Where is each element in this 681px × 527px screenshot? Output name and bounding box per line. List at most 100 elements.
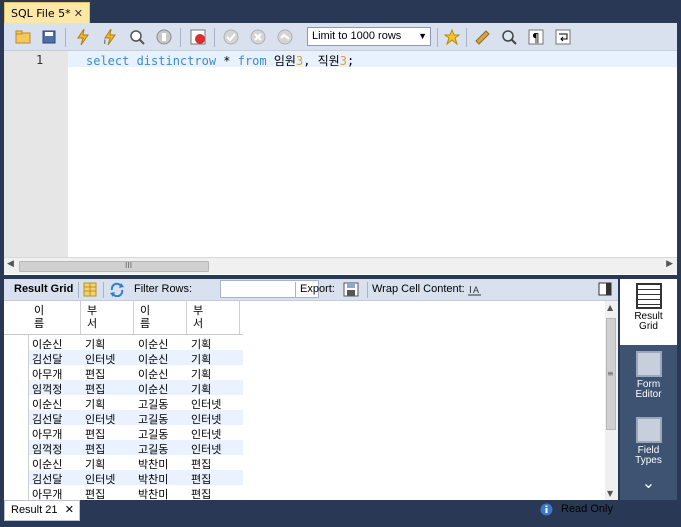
grid-header: 이름부서이름부서 (4, 301, 243, 335)
dropdown-arrow-icon: ▼ (418, 31, 427, 41)
sql-keyword: select distinctrow (86, 54, 217, 68)
result-tab-label: Result 21 (11, 504, 58, 516)
side-form-editor-label-2: Editor (635, 389, 662, 400)
toggle-error-icon[interactable] (189, 28, 207, 46)
beautify-icon[interactable] (473, 28, 491, 46)
result-grid[interactable]: 이순신 기획 이순신 기획 김선달 인터넷 이순신 기획 아무개 편집 이순신 기획 임꺽정 편집 이순신 기… (4, 301, 602, 500)
editor-horizontal-scrollbar[interactable]: ◀ III ▶ (4, 257, 677, 274)
sql-code-line[interactable]: select distinctrow * from 임원3, 직원3; (86, 52, 354, 69)
column-header-text-bottom: 름 (34, 317, 45, 330)
table-cell[interactable]: 박찬미 (138, 486, 168, 500)
result-toolbar: Result Grid Filter Rows: Export: Wrap Ce… (4, 279, 618, 301)
add-snippet-icon[interactable] (443, 28, 461, 46)
scroll-down-icon[interactable]: ▼ (607, 489, 613, 498)
line-number: 1 (36, 53, 44, 67)
svg-text:I: I (469, 285, 472, 296)
open-folder-icon[interactable] (14, 28, 32, 46)
grid-vertical-scrollbar[interactable]: ▲ ≡ ▼ (605, 301, 618, 500)
column-header[interactable]: 이름 (134, 301, 187, 334)
sql-table-2: 직원 (317, 54, 340, 68)
side-form-editor-button[interactable]: Form Editor (620, 347, 677, 411)
field-types-icon (635, 417, 662, 443)
svg-text:¶: ¶ (532, 31, 540, 45)
info-icon (540, 503, 553, 519)
side-result-grid-label-2: Grid (639, 321, 658, 332)
column-header-text-top: 부 (87, 304, 98, 317)
column-header-text-bottom: 름 (140, 317, 151, 330)
rollback-icon[interactable] (249, 28, 267, 46)
sql-table-1: 임원 (266, 54, 296, 68)
result-panel: Result Grid Filter Rows: Export: Wrap Ce… (4, 279, 618, 500)
svg-text:I: I (104, 39, 106, 45)
table-row[interactable]: 김선달 인터넷 박찬미 편집 (4, 470, 243, 486)
table-row[interactable]: 이순신 기획 박찬미 편집 (4, 455, 243, 471)
column-header[interactable]: 이름 (28, 301, 81, 334)
form-editor-icon (635, 351, 662, 377)
table-row[interactable]: 이순신 기획 이순신 기획 (4, 335, 243, 351)
line-number-gutter (4, 51, 68, 257)
result-grid-icon (635, 283, 662, 309)
explain-icon[interactable] (128, 28, 146, 46)
column-header[interactable]: 부서 (187, 301, 240, 334)
commit-icon[interactable] (222, 28, 240, 46)
save-icon[interactable] (40, 28, 58, 46)
side-more-chevron-icon[interactable]: ⌄ (620, 476, 677, 499)
side-field-types-label-2: Types (635, 455, 662, 466)
table-row[interactable]: 김선달 인터넷 이순신 기획 (4, 350, 243, 366)
sql-star: * (216, 54, 238, 68)
table-cell[interactable]: 아무개 (32, 486, 62, 500)
wrap-cell-label: Wrap Cell Content: (372, 283, 465, 295)
autocommit-icon[interactable] (276, 28, 294, 46)
find-icon[interactable] (500, 28, 518, 46)
column-header-text-bottom: 서 (193, 317, 204, 330)
wrap-icon[interactable] (554, 28, 572, 46)
vscroll-grip-icon: ≡ (607, 369, 614, 378)
side-result-grid-button[interactable]: Result Grid (620, 279, 677, 345)
scroll-left-icon[interactable]: ◀ (7, 259, 14, 269)
scroll-up-icon[interactable]: ▲ (607, 303, 613, 312)
toggle-panel-icon[interactable] (598, 282, 612, 299)
sql-editor-panel: I Limit to 1000 rows ▼ ¶ 1 select distin… (4, 23, 677, 275)
tab-sql-file[interactable]: SQL File 5* ✕ (4, 2, 90, 23)
svg-text:A: A (473, 285, 479, 295)
table-row[interactable]: 김선달 인터넷 고길동 인터넷 (4, 410, 243, 426)
column-header-text-top: 이 (34, 304, 45, 317)
filter-rows-label: Filter Rows: (134, 283, 193, 295)
table-row[interactable]: 이순신 기획 고길동 인터넷 (4, 395, 243, 411)
close-result-tab-icon[interactable]: ✕ (65, 501, 74, 520)
tab-label: SQL File 5* (11, 6, 71, 20)
table-row[interactable]: 임꺽정 편집 고길동 인터넷 (4, 440, 243, 456)
export-label: Export: (300, 283, 335, 295)
table-row[interactable]: 아무개 편집 이순신 기획 (4, 365, 243, 381)
table-cell[interactable]: 편집 (85, 486, 105, 500)
wrap-cell-icon[interactable]: IA (467, 282, 483, 300)
column-header-text-bottom: 서 (87, 317, 98, 330)
result-side-panel: Result Grid Form Editor Field Types ⌄ (620, 279, 677, 500)
close-tab-icon[interactable]: ✕ (74, 7, 83, 20)
table-row[interactable]: 아무개 편집 고길동 인터넷 (4, 425, 243, 441)
export-icon[interactable] (343, 282, 359, 300)
sql-semicolon: ; (346, 54, 355, 68)
editor-toolbar: I Limit to 1000 rows ▼ ¶ (4, 23, 677, 51)
limit-rows-value: Limit to 1000 rows (312, 30, 402, 42)
column-header-text-top: 이 (140, 304, 151, 317)
execute-current-icon[interactable]: I (101, 28, 119, 46)
grid-view-icon[interactable] (83, 282, 97, 300)
table-row[interactable]: 아무개 편집 박찬미 편집 (4, 485, 243, 500)
table-row[interactable]: 임꺽정 편집 이순신 기획 (4, 380, 243, 396)
column-header[interactable]: 부서 (81, 301, 134, 334)
side-field-types-button[interactable]: Field Types (620, 413, 677, 477)
scroll-thumb[interactable]: III (19, 261, 209, 272)
result-grid-label[interactable]: Result Grid (14, 283, 73, 295)
column-header-text-top: 부 (193, 304, 204, 317)
status-text: Read Only (561, 503, 613, 515)
stop-icon[interactable] (155, 28, 173, 46)
table-cell[interactable]: 편집 (191, 486, 211, 500)
sql-keyword-from: from (237, 54, 267, 68)
refresh-icon[interactable] (109, 282, 125, 300)
invisible-chars-icon[interactable]: ¶ (527, 28, 545, 46)
limit-rows-select[interactable]: Limit to 1000 rows ▼ (307, 27, 431, 46)
scroll-right-icon[interactable]: ▶ (666, 259, 673, 269)
execute-icon[interactable] (74, 28, 92, 46)
result-tab[interactable]: Result 21 ✕ (4, 500, 80, 521)
